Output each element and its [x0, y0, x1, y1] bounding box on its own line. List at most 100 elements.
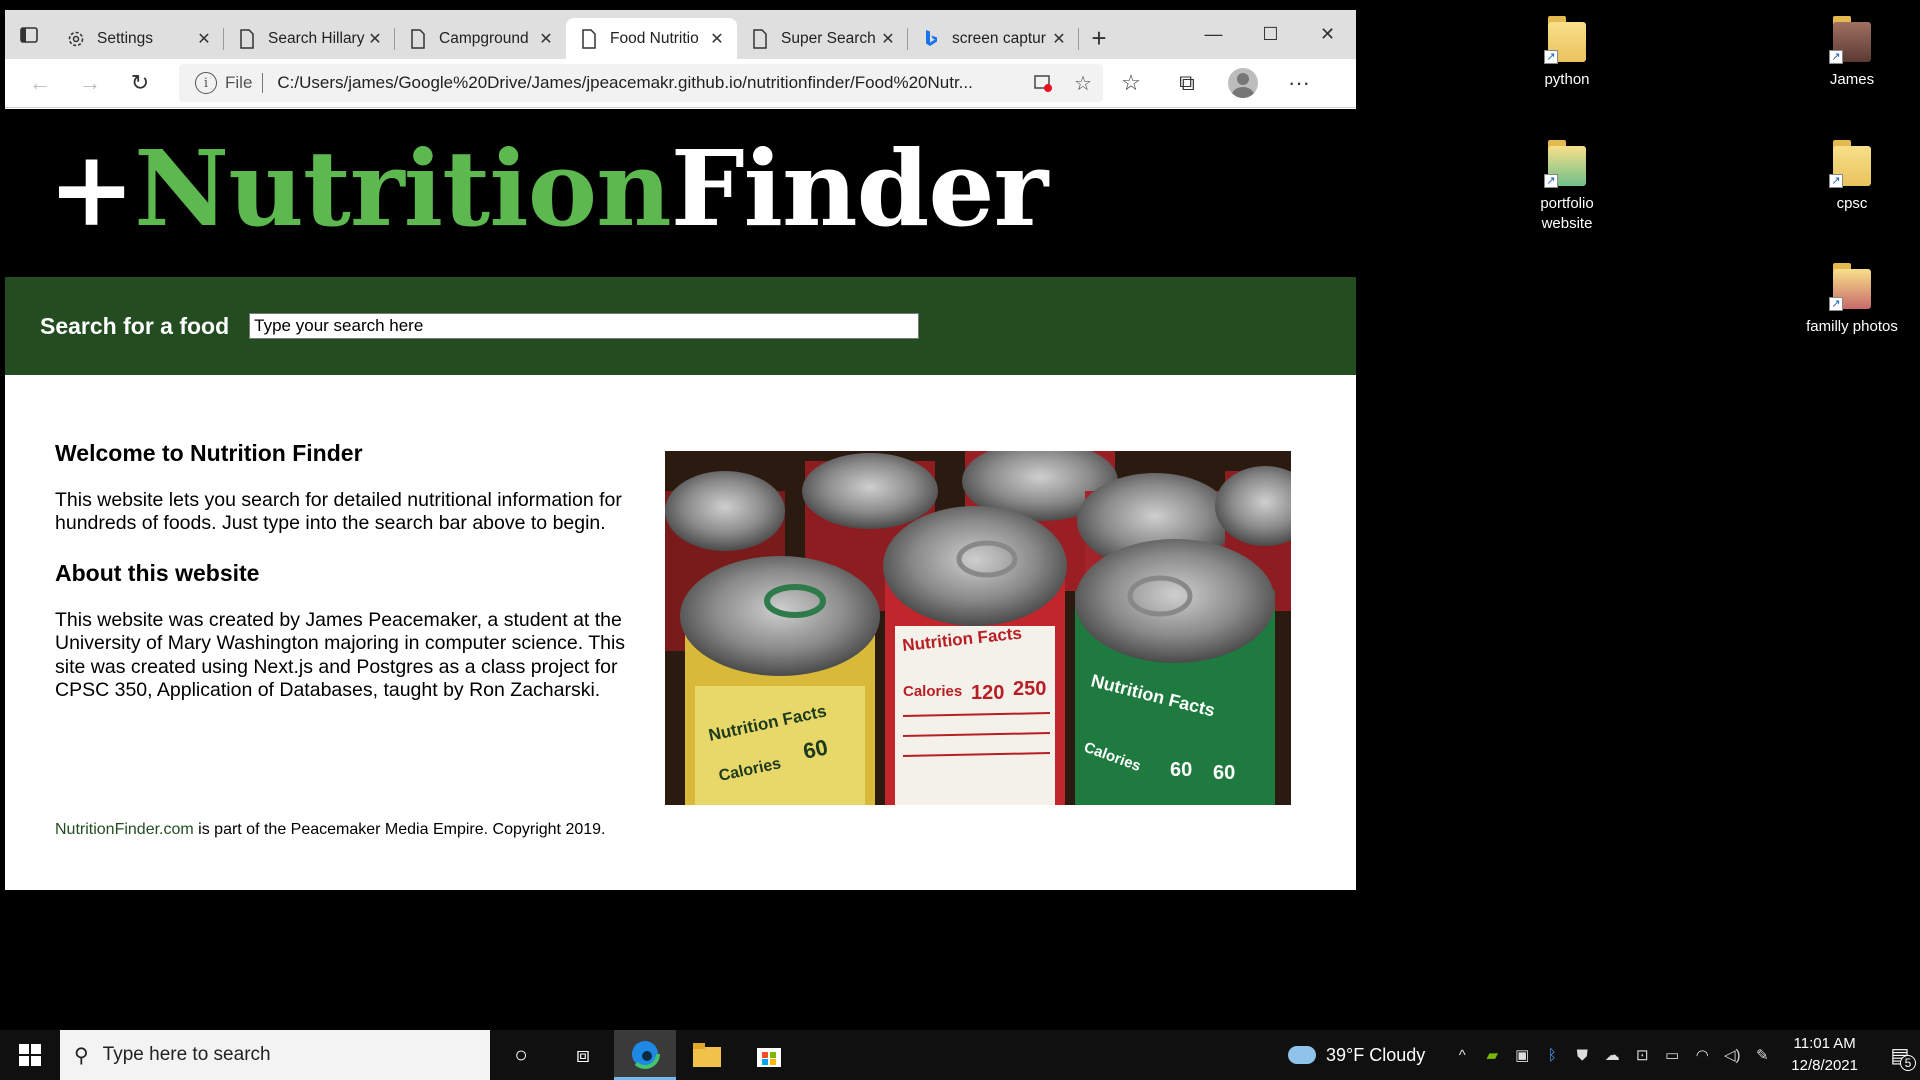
tab-search-hillary[interactable]: Search Hillary ✕	[224, 18, 395, 59]
address-url[interactable]: C:/Users/james/Google%20Drive/James/jpea…	[277, 73, 1023, 93]
close-icon[interactable]: ✕	[1049, 29, 1069, 49]
tab-label: Settings	[97, 29, 154, 47]
onedrive-icon[interactable]: ☁	[1597, 1046, 1627, 1064]
logo-finder: Finder	[670, 127, 1049, 250]
tab-campground[interactable]: Campground ✕	[395, 18, 566, 59]
more-button[interactable]: ···	[1271, 63, 1327, 103]
arrow-left-icon: ←	[29, 70, 51, 95]
info-icon[interactable]: i	[195, 72, 217, 94]
refresh-icon: ↻	[130, 70, 150, 95]
taskbar-search-placeholder: Type here to search	[102, 1044, 271, 1065]
profile-button[interactable]	[1215, 63, 1271, 103]
logo-nutrition: Nutrition	[134, 127, 672, 250]
maximize-icon: ☐	[1262, 24, 1279, 44]
address-divider	[262, 73, 264, 93]
notifications-button[interactable]: ▤ 5	[1880, 1043, 1920, 1071]
camera-icon[interactable]: ▣	[1507, 1046, 1537, 1064]
footer-text: is part of the Peacemaker Media Empire. …	[193, 821, 606, 838]
close-icon[interactable]: ✕	[536, 29, 556, 49]
photo-label-center-num2: 250	[1013, 678, 1046, 700]
close-window-button[interactable]: ✕	[1299, 10, 1356, 59]
desktop-icon-familly-photos[interactable]: ↗ familly photos	[1802, 259, 1902, 337]
taskbar-store[interactable]	[738, 1030, 800, 1080]
minimize-button[interactable]: —	[1185, 10, 1242, 59]
cortana-icon: ○	[514, 1042, 528, 1067]
battery-icon[interactable]: ▭	[1657, 1046, 1687, 1064]
task-view-button[interactable]: ⧈	[552, 1030, 614, 1080]
page-icon	[749, 28, 771, 50]
tab-label: screen captur	[952, 29, 1046, 47]
taskbar-file-explorer[interactable]	[676, 1030, 738, 1080]
photo-label-center-num1: 120	[971, 682, 1004, 704]
close-icon[interactable]: ✕	[707, 29, 727, 49]
forward-button[interactable]: →	[65, 63, 115, 103]
tab-screen-capture[interactable]: screen captur ✕	[908, 18, 1079, 59]
desktop-icon-label: familly photos	[1806, 318, 1898, 335]
close-icon[interactable]: ✕	[194, 29, 214, 49]
welcome-heading: Welcome to Nutrition Finder	[55, 440, 363, 466]
taskbar: ⚲ Type here to search ○ ⧈ 39°F Cloudy ^ …	[0, 1030, 1920, 1080]
chevron-up-icon[interactable]: ^	[1447, 1047, 1477, 1064]
task-view-icon: ⧈	[576, 1042, 590, 1067]
desktop-icon-python[interactable]: ↗ python	[1517, 12, 1617, 90]
photo-label-right-num2: 60	[1213, 762, 1235, 784]
photo-label-center-cal: Calories	[903, 683, 962, 700]
search-label: Search for a food	[40, 312, 230, 339]
page-icon	[578, 28, 600, 50]
about-heading: About this website	[55, 559, 260, 586]
close-icon[interactable]: ✕	[878, 29, 898, 49]
new-tab-button[interactable]: +	[1079, 18, 1119, 59]
tab-label: Food Nutritio	[610, 29, 699, 47]
pen-icon[interactable]: ✎	[1747, 1046, 1777, 1064]
close-icon: ✕	[1319, 24, 1336, 44]
weather-text: 39°F Cloudy	[1326, 1044, 1426, 1065]
refresh-button[interactable]: ↻	[115, 63, 165, 103]
collections-button[interactable]: ⧉	[1159, 63, 1215, 103]
desktop-icon-james[interactable]: ↗ James	[1802, 12, 1902, 90]
site-logo[interactable]: +NutritionFinder	[48, 137, 1048, 241]
arrow-right-icon: →	[79, 70, 101, 95]
weather-widget[interactable]: 39°F Cloudy	[1288, 1045, 1425, 1066]
maximize-button[interactable]: ☐	[1242, 10, 1299, 59]
footer-site-link[interactable]: NutritionFinder.com	[55, 821, 194, 838]
display-icon[interactable]: ⊡	[1627, 1046, 1657, 1064]
desktop-icon-label: cpsc	[1836, 195, 1868, 212]
about-text: This website was created by James Peacem…	[55, 608, 626, 701]
tab-label: Search Hillary	[268, 29, 365, 47]
food-search-input[interactable]	[249, 313, 920, 339]
taskbar-search-box[interactable]: ⚲ Type here to search	[60, 1030, 490, 1080]
folder-icon: ↗	[1829, 259, 1875, 311]
canned-food-photo: Nutrition Facts Calories 60 Nutrition Fa…	[665, 451, 1291, 805]
photo-label-left-num: 60	[801, 734, 830, 764]
browser-toolbar: ← → ↻ i File C:/Users/james/Google%20Dri…	[5, 59, 1356, 108]
tracking-prevention-icon[interactable]	[1023, 64, 1063, 102]
tab-actions-button[interactable]	[5, 10, 53, 59]
tab-settings[interactable]: Settings ✕	[53, 18, 224, 59]
start-button[interactable]	[0, 1030, 60, 1080]
address-scheme: File	[225, 73, 253, 92]
address-bar[interactable]: i File C:/Users/james/Google%20Drive/Jam…	[179, 64, 1103, 102]
volume-icon[interactable]: ◁)	[1717, 1046, 1747, 1064]
minimize-icon: —	[1204, 24, 1223, 44]
wifi-icon[interactable]: ◠	[1687, 1046, 1717, 1064]
close-icon[interactable]: ✕	[365, 29, 385, 49]
desktop-icon-portfolio-website[interactable]: ↗ portfolio website	[1517, 136, 1617, 233]
taskbar-edge[interactable]	[614, 1030, 676, 1080]
security-icon[interactable]: ⛊	[1567, 1047, 1597, 1064]
cortana-button[interactable]: ○	[490, 1030, 552, 1080]
plus-icon: +	[1091, 23, 1107, 53]
favorites-button[interactable]: ☆	[1103, 63, 1159, 103]
web-page: +NutritionFinder Search for a food Welco…	[5, 109, 1356, 890]
bluetooth-icon[interactable]: ᛒ	[1537, 1047, 1567, 1064]
desktop-icon-cpsc[interactable]: ↗ cpsc	[1802, 136, 1902, 214]
nvidia-icon[interactable]: ▰	[1477, 1046, 1507, 1064]
avatar	[1228, 68, 1258, 98]
tab-label: Campground	[439, 29, 529, 47]
tab-food-nutrition[interactable]: Food Nutritio ✕	[566, 18, 737, 59]
add-favorite-icon[interactable]: ☆	[1063, 64, 1103, 102]
back-button[interactable]: ←	[15, 63, 65, 103]
clock[interactable]: 11:01 AM 12/8/2021	[1791, 1033, 1858, 1077]
tab-label: Super Search	[781, 29, 876, 47]
welcome-text: This website lets you search for detaile…	[55, 489, 622, 535]
tab-super-search[interactable]: Super Search ✕	[737, 18, 908, 59]
